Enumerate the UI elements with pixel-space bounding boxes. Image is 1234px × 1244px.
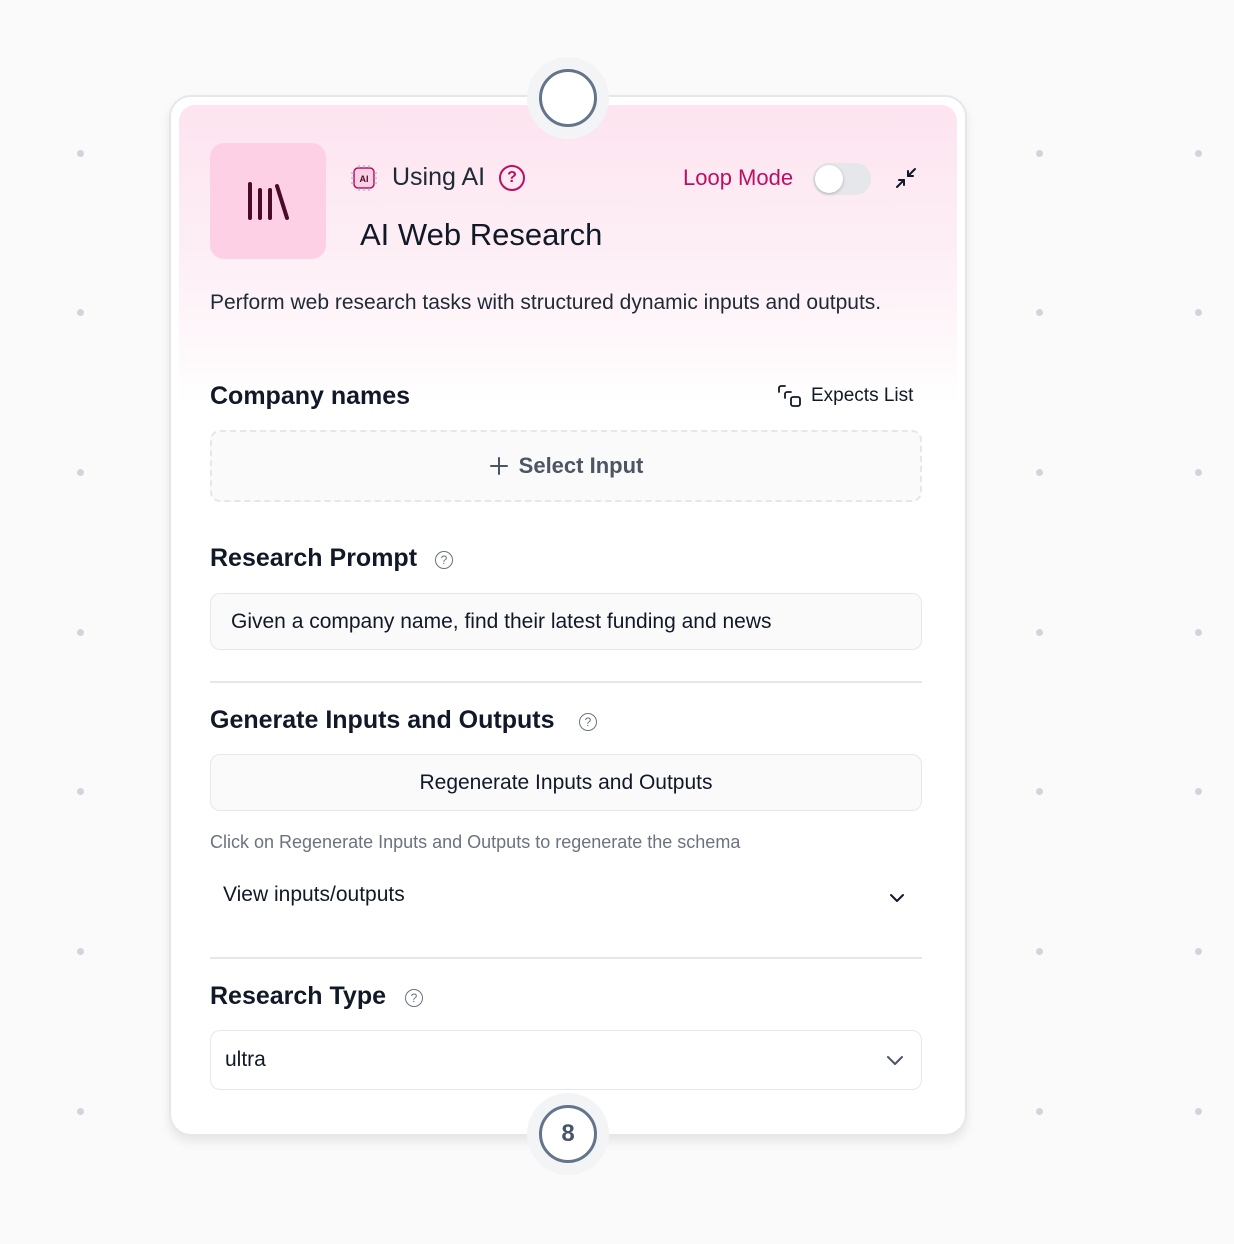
node-description: Perform web research tasks with structur… bbox=[210, 291, 882, 314]
chevron-down-icon bbox=[887, 1056, 903, 1065]
canvas-dot bbox=[77, 948, 84, 955]
expects-list-label: Expects List bbox=[811, 385, 914, 406]
canvas-dot bbox=[1036, 629, 1043, 636]
canvas-dot bbox=[77, 469, 84, 476]
chevron-down-icon[interactable] bbox=[886, 887, 908, 909]
canvas-dot bbox=[1036, 1108, 1043, 1115]
canvas-dot bbox=[1036, 150, 1043, 157]
canvas-dot bbox=[1195, 469, 1202, 476]
collapse-icon bbox=[896, 168, 916, 188]
canvas-dot bbox=[77, 1108, 84, 1115]
canvas-dot bbox=[1036, 948, 1043, 955]
regenerate-hint: Click on Regenerate Inputs and Outputs t… bbox=[210, 832, 741, 852]
research-type-value: ultra bbox=[225, 1048, 266, 1071]
loop-mode-toggle[interactable] bbox=[813, 163, 871, 195]
output-count-badge: 8 bbox=[539, 1105, 597, 1163]
ai-chip-icon: AI bbox=[351, 165, 377, 191]
canvas-dot bbox=[1036, 788, 1043, 795]
section-divider bbox=[210, 681, 922, 683]
research-prompt-input[interactable]: Given a company name, find their latest … bbox=[210, 593, 922, 650]
generate-io-help-icon[interactable]: ? bbox=[579, 713, 597, 731]
node-card[interactable]: AI Using AI ? Loop Mode AI Web Research … bbox=[169, 95, 967, 1136]
collapse-button[interactable] bbox=[891, 163, 921, 193]
node-title: AI Web Research bbox=[360, 217, 603, 252]
regenerate-button[interactable]: Regenerate Inputs and Outputs bbox=[210, 754, 922, 811]
canvas-dot bbox=[1195, 150, 1202, 157]
plus-icon bbox=[489, 457, 508, 475]
canvas-dot bbox=[1036, 469, 1043, 476]
select-input-button[interactable]: Select Input bbox=[210, 430, 922, 502]
canvas-dot bbox=[1195, 1108, 1202, 1115]
research-prompt-label: Research Prompt bbox=[210, 544, 418, 572]
canvas-dot bbox=[77, 788, 84, 795]
canvas-dot bbox=[1036, 309, 1043, 316]
input-handle-ring bbox=[539, 69, 597, 127]
toggle-knob bbox=[815, 165, 843, 193]
select-input-label: Select Input bbox=[518, 453, 644, 478]
loop-mode-label: Loop Mode bbox=[683, 165, 794, 190]
help-icon[interactable]: ? bbox=[499, 165, 525, 191]
generate-io-label: Generate Inputs and Outputs bbox=[210, 706, 555, 734]
expects-list-indicator: Expects List bbox=[777, 383, 913, 409]
canvas-dot bbox=[1195, 788, 1202, 795]
canvas-dot bbox=[77, 150, 84, 157]
ai-badge-text: AI bbox=[360, 174, 369, 184]
research-prompt-value: Given a company name, find their latest … bbox=[231, 609, 772, 633]
research-type-help-icon[interactable]: ? bbox=[405, 989, 423, 1007]
input-handle[interactable] bbox=[527, 57, 609, 139]
node-icon-tile bbox=[210, 143, 326, 259]
canvas-dot bbox=[1195, 948, 1202, 955]
canvas-dot bbox=[1195, 309, 1202, 316]
research-type-select[interactable]: ultra bbox=[210, 1030, 922, 1090]
using-ai-label: Using AI bbox=[392, 163, 486, 191]
library-icon bbox=[248, 182, 289, 220]
company-names-label: Company names bbox=[210, 382, 411, 410]
view-io-toggle-label[interactable]: View inputs/outputs bbox=[223, 883, 405, 907]
canvas-dot bbox=[1195, 629, 1202, 636]
research-type-label: Research Type bbox=[210, 982, 387, 1010]
research-prompt-help-icon[interactable]: ? bbox=[435, 551, 453, 569]
expects-list-icon bbox=[778, 385, 801, 407]
output-handle[interactable]: 8 bbox=[527, 1093, 609, 1175]
canvas-dot bbox=[77, 309, 84, 316]
canvas-dot bbox=[77, 629, 84, 636]
section-divider bbox=[210, 957, 922, 959]
